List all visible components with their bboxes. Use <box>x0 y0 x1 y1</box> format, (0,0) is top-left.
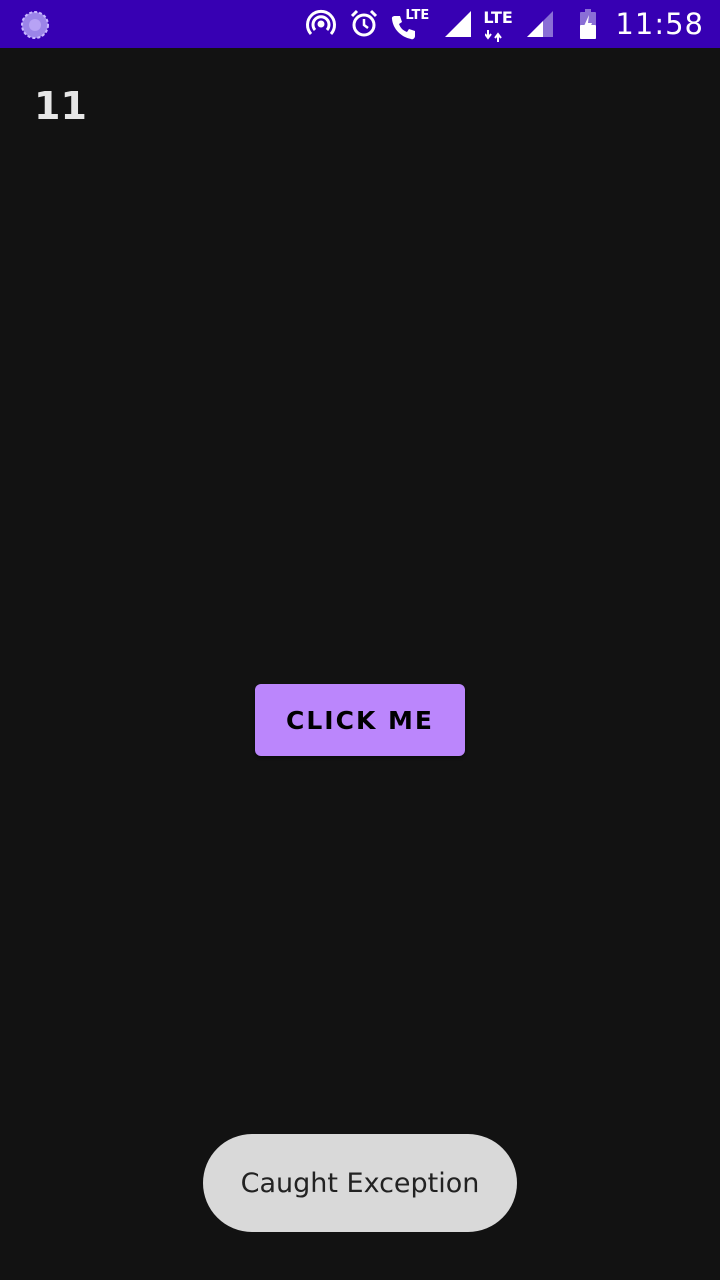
lte-label-call: LTE <box>405 8 430 23</box>
data-arrows-icon: LTE <box>483 6 515 42</box>
volte-call-icon: LTE <box>391 8 429 40</box>
hotspot-icon <box>305 8 337 40</box>
counter-text: 11 <box>34 84 87 128</box>
signal-icon <box>445 11 472 37</box>
status-clock: 11:58 <box>615 7 704 41</box>
status-icons: LTE LTE 11:58 <box>305 0 704 48</box>
alarm-icon <box>349 9 379 39</box>
app-screen: LTE LTE 11:58 11 CLICK ME Caught Excepti… <box>0 0 720 1280</box>
click-me-button[interactable]: CLICK ME <box>255 684 465 756</box>
status-bar: LTE LTE 11:58 <box>0 0 720 48</box>
lte-label-data: LTE <box>483 8 513 27</box>
signal-icon-2 <box>527 11 554 37</box>
toast-text: Caught Exception <box>240 1167 480 1199</box>
toast-message: Caught Exception <box>203 1134 517 1232</box>
app-notification-icon <box>20 10 50 40</box>
battery-charging-icon <box>579 9 597 39</box>
